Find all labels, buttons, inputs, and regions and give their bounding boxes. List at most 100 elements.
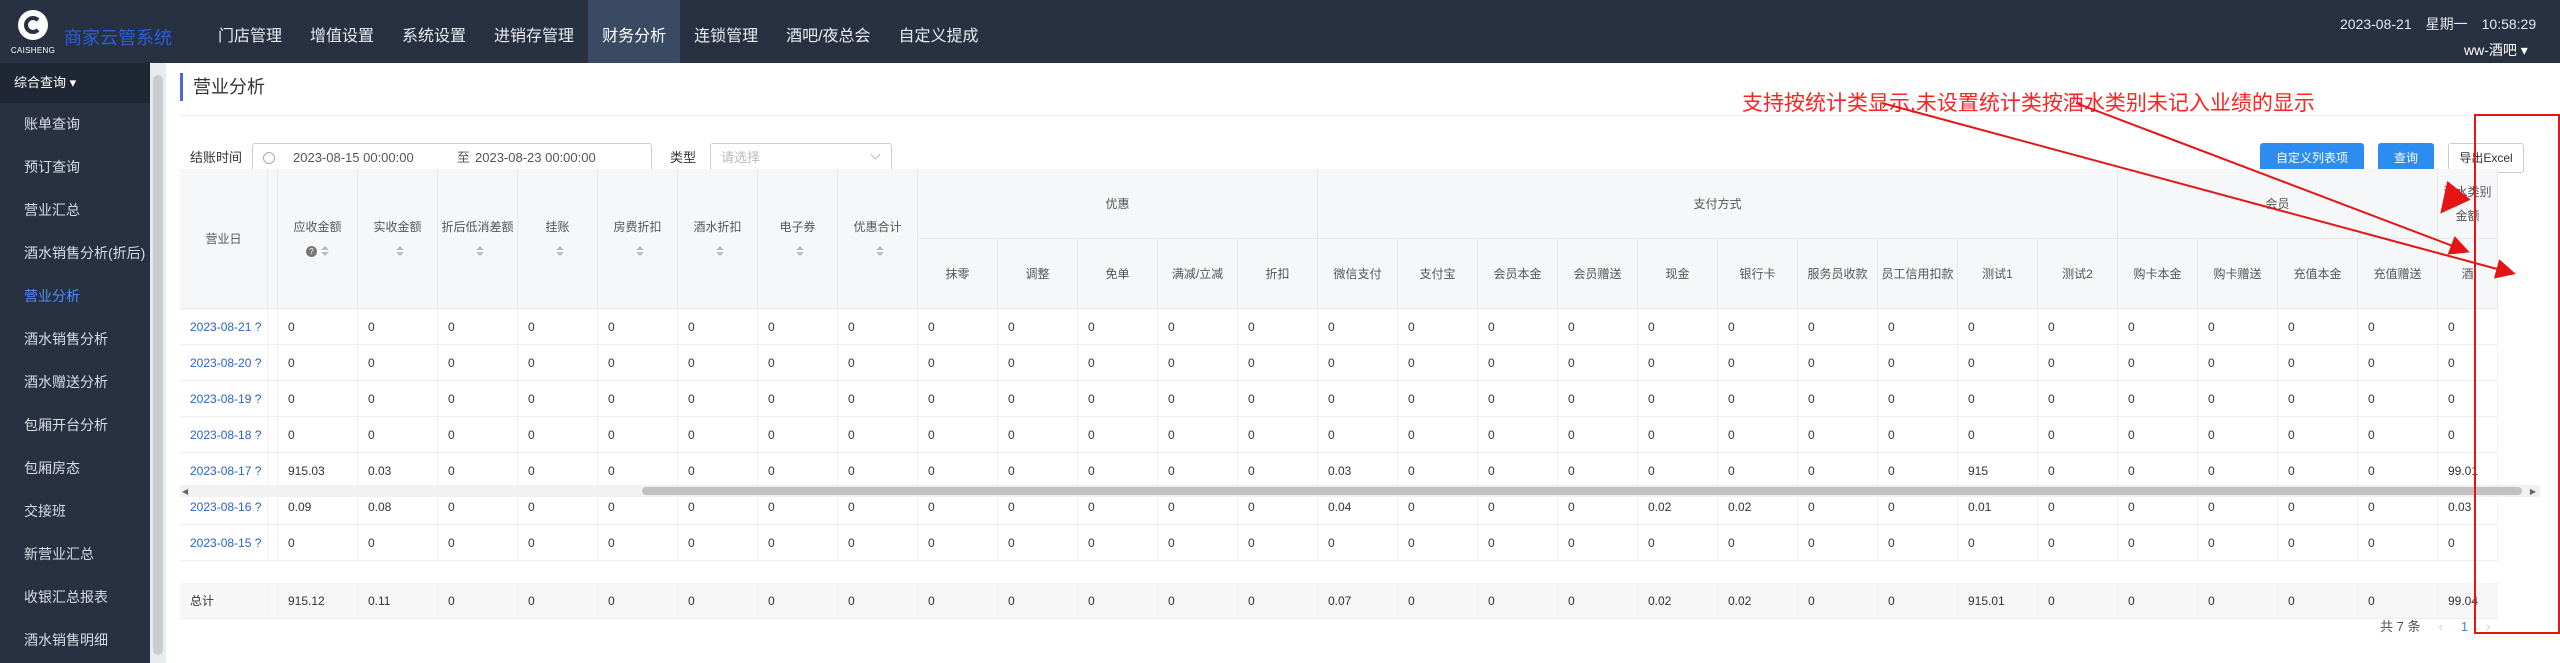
total-cell: 0 — [2198, 583, 2278, 619]
table-cell: 0 — [2438, 345, 2498, 381]
sort-icon[interactable] — [395, 246, 404, 257]
table-cell: 0 — [598, 417, 678, 453]
table-cell: 0 — [1158, 453, 1238, 489]
col-header-icons[interactable]: ? — [306, 239, 329, 263]
col-header-icons[interactable] — [392, 239, 404, 263]
table-cell: 0 — [1318, 309, 1398, 345]
table-cell: 0 — [1398, 525, 1478, 561]
table-cell: 0 — [1318, 525, 1398, 561]
sidebar-item[interactable]: 包厢开台分析 — [0, 404, 150, 447]
sort-icon[interactable] — [795, 246, 804, 257]
table-cell: 0 — [1638, 417, 1718, 453]
table-horizontal-scrollbar[interactable]: ◀ ▶ — [180, 485, 2540, 497]
sidebar-group-header[interactable]: 综合查询 ▾ — [0, 63, 150, 103]
help-icon[interactable]: ? — [306, 245, 317, 257]
sidebar-item[interactable]: 营业汇总 — [0, 189, 150, 232]
sidebar-item[interactable]: 交接班 — [0, 490, 150, 533]
table-cell: 0 — [998, 345, 1078, 381]
nav-item[interactable]: 酒吧/夜总会 — [772, 0, 884, 63]
sidebar-item[interactable]: 包厢房态 — [0, 447, 150, 490]
table-row-date[interactable]: 2023-08-21 ? — [180, 309, 268, 345]
sidebar-item[interactable]: 酒水销售明细 — [0, 619, 150, 662]
sidebar-scroll-thumb[interactable] — [153, 75, 163, 655]
nav-item[interactable]: 自定义提成 — [885, 0, 993, 63]
col-header-icons[interactable] — [872, 239, 884, 263]
col-header-icons[interactable] — [632, 239, 644, 263]
table-cell: 0 — [1318, 417, 1398, 453]
sidebar-item[interactable]: 预订查询 — [0, 146, 150, 189]
total-cell: 0 — [1398, 583, 1478, 619]
sort-icon[interactable] — [555, 246, 564, 257]
sidebar-item[interactable]: 酒水赠送分析 — [0, 361, 150, 404]
sort-icon[interactable] — [475, 246, 484, 257]
total-cell: 0 — [918, 583, 998, 619]
table-cell: 0 — [918, 525, 998, 561]
sidebar-items: 账单查询 预订查询 营业汇总 酒水销售分析(折后) 营业分析 酒水销售分析 酒水赠送分析 包厢… — [0, 103, 150, 662]
table-cell: 0 — [2118, 309, 2198, 345]
table-cell: 0 — [438, 309, 518, 345]
sort-icon[interactable] — [635, 246, 644, 257]
sort-icon[interactable] — [875, 246, 884, 257]
table-cell: 0 — [1958, 345, 2038, 381]
table-cell: 0 — [1638, 309, 1718, 345]
table-cell: 0 — [1798, 417, 1878, 453]
col-header: 实收金额 — [358, 169, 438, 309]
sidebar-item[interactable]: 账单查询 — [0, 103, 150, 146]
table-cell: 0 — [1478, 417, 1558, 453]
sort-icon[interactable] — [321, 246, 329, 257]
table-cell: 0 — [1078, 525, 1158, 561]
sort-icon[interactable] — [715, 246, 724, 257]
scroll-left-icon[interactable]: ◀ — [182, 487, 188, 496]
scroll-right-icon[interactable]: ▶ — [2530, 487, 2536, 496]
scroll-thumb[interactable] — [642, 487, 2522, 495]
table-cell: 0 — [1718, 417, 1798, 453]
table-cell: 0 — [1558, 525, 1638, 561]
table-cell: 0 — [2038, 417, 2118, 453]
total-cell: 99.04 — [2438, 583, 2498, 619]
table-row-date[interactable]: 2023-08-17 ? — [180, 453, 268, 489]
nav-item[interactable]: 连锁管理 — [680, 0, 772, 63]
table-cell: 0 — [1558, 417, 1638, 453]
sidebar-item[interactable]: 新营业汇总 — [0, 533, 150, 576]
user-menu[interactable]: ww-酒吧 ▾ — [2464, 40, 2528, 60]
col-header-icons[interactable] — [712, 239, 724, 263]
date-to[interactable]: 2023-08-23 00:00:00 — [475, 144, 596, 172]
table-cell: 0 — [1798, 345, 1878, 381]
table-cell: 0 — [1158, 381, 1238, 417]
table-cell: 0 — [518, 381, 598, 417]
pager-page[interactable]: 1 — [2461, 615, 2468, 639]
brand-title: 商家云管系统 — [64, 28, 172, 48]
table-row-date[interactable]: 2023-08-18 ? — [180, 417, 268, 453]
col-header: 购卡本金 — [2118, 239, 2198, 309]
sidebar-item[interactable]: 酒水销售分析 — [0, 318, 150, 361]
table-row-date[interactable]: 2023-08-20 ? — [180, 345, 268, 381]
pager-next[interactable]: › — [2486, 615, 2490, 639]
col-header-icons[interactable] — [792, 239, 804, 263]
top-nav: 门店管理 增值设置 系统设置 进销存管理 财务分析 连锁管理 酒吧/夜总会 自定义提成 — [204, 0, 993, 63]
nav-item[interactable]: 增值设置 — [296, 0, 388, 63]
col-header: 酒水折扣 — [678, 169, 758, 309]
sidebar-item[interactable]: 收银汇总报表 — [0, 576, 150, 619]
table-cell: 0 — [1238, 417, 1318, 453]
col-header-text: 抹零 — [945, 266, 970, 281]
col-header-icons[interactable] — [552, 239, 564, 263]
pager-prev[interactable]: ‹ — [2438, 615, 2442, 639]
table-row-date[interactable]: 2023-08-19 ? — [180, 381, 268, 417]
date-from[interactable]: 2023-08-15 00:00:00 — [293, 144, 414, 172]
table-cell: 0 — [1318, 345, 1398, 381]
sidebar-item[interactable]: 酒水销售分析(折后) — [0, 232, 150, 275]
table-cell: 0 — [2438, 381, 2498, 417]
col-header: 微信支付 — [1318, 239, 1398, 309]
table-cell: 0 — [1158, 345, 1238, 381]
sidebar-item[interactable]: 营业分析 — [0, 275, 150, 318]
table-cell: 99.01 — [2438, 453, 2498, 489]
sidebar-scrollbar[interactable] — [150, 63, 166, 663]
nav-item[interactable]: 系统设置 — [388, 0, 480, 63]
nav-item[interactable]: 财务分析 — [588, 0, 681, 63]
table-cell: 0 — [678, 381, 758, 417]
table-row-date[interactable]: 2023-08-15 ? — [180, 525, 268, 561]
nav-item[interactable]: 门店管理 — [204, 0, 296, 63]
col-header-icons[interactable] — [472, 239, 484, 263]
nav-item[interactable]: 进销存管理 — [480, 0, 588, 63]
col-header-text: 银行卡 — [1739, 266, 1776, 281]
